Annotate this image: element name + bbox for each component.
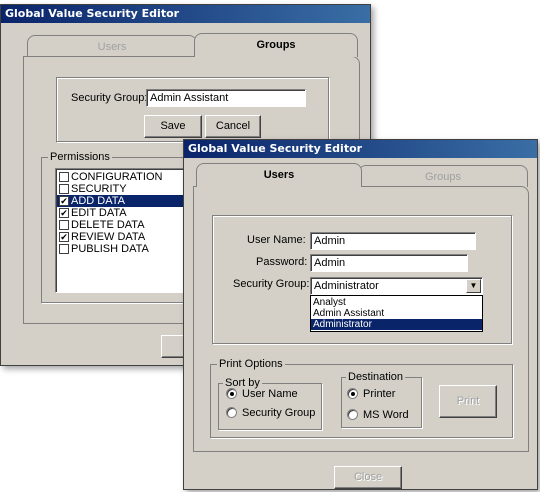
permission-item[interactable]: ✔ EDIT DATA <box>57 207 199 219</box>
back-window-titlebar[interactable]: Global Value Security Editor <box>1 5 370 23</box>
close-button[interactable]: Close <box>334 466 402 489</box>
checkbox-checked-icon[interactable]: ✔ <box>59 208 69 218</box>
dropdown-option[interactable]: Admin Assistant <box>311 308 482 319</box>
back-tab-groups[interactable]: Groups <box>194 33 358 57</box>
print-button[interactable]: Print <box>439 385 497 418</box>
permission-item[interactable]: DELETE DATA <box>57 219 199 231</box>
front-window: Global Value Security Editor Users Group… <box>183 139 538 490</box>
checkbox-icon[interactable] <box>59 184 69 194</box>
radio-icon[interactable] <box>347 409 358 420</box>
user-name-label: User Name: <box>247 234 306 246</box>
permission-item[interactable]: ✔ ADD DATA <box>57 195 199 207</box>
chevron-down-icon[interactable]: ▼ <box>466 279 481 293</box>
sort-user-name-radio[interactable]: User Name <box>226 387 298 401</box>
security-group-label: Security Group: <box>233 278 310 290</box>
back-tab-users[interactable]: Users <box>27 35 197 57</box>
back-security-group-label: Security Group: <box>71 92 148 104</box>
save-button[interactable]: Save <box>144 115 202 138</box>
back-window-title: Global Value Security Editor <box>5 7 180 20</box>
destination-ms-word-radio[interactable]: MS Word <box>347 408 409 422</box>
radio-selected-icon[interactable] <box>226 388 237 399</box>
dropdown-option[interactable]: Administrator <box>311 319 482 330</box>
permission-item[interactable]: PUBLISH DATA <box>57 243 199 255</box>
checkbox-icon[interactable] <box>59 220 69 230</box>
back-security-group-input[interactable]: Admin Assistant <box>146 89 306 107</box>
radio-selected-icon[interactable] <box>347 388 358 399</box>
tab-users[interactable]: Users <box>196 163 362 187</box>
checkbox-checked-icon[interactable]: ✔ <box>59 196 69 206</box>
radio-icon[interactable] <box>226 407 237 418</box>
password-label: Password: <box>256 256 308 268</box>
checkbox-checked-icon[interactable]: ✔ <box>59 232 69 242</box>
dropdown-option[interactable]: Analyst <box>311 297 482 308</box>
front-window-title: Global Value Security Editor <box>188 142 363 155</box>
permission-item[interactable]: CONFIGURATION <box>57 171 199 183</box>
checkbox-icon[interactable] <box>59 244 69 254</box>
security-group-select[interactable]: Administrator ▼ <box>310 277 483 295</box>
checkbox-icon[interactable] <box>59 172 69 182</box>
back-cancel-button[interactable]: Cancel <box>205 115 261 138</box>
destination-printer-radio[interactable]: Printer <box>347 387 395 401</box>
user-name-input[interactable]: Admin <box>310 232 476 250</box>
sort-security-group-radio[interactable]: Security Group <box>226 406 315 420</box>
permissions-list[interactable]: CONFIGURATION SECURITY ✔ ADD DATA ✔ EDIT… <box>55 168 201 293</box>
destination-legend: Destination <box>346 371 406 383</box>
tab-groups[interactable]: Groups <box>358 165 528 187</box>
password-input[interactable]: Admin <box>310 254 468 272</box>
permission-item[interactable]: SECURITY <box>57 183 199 195</box>
permission-item[interactable]: ✔ REVIEW DATA <box>57 231 199 243</box>
permissions-legend: Permissions <box>48 151 112 163</box>
print-options-legend: Print Options <box>217 358 285 370</box>
front-window-titlebar[interactable]: Global Value Security Editor <box>184 140 537 158</box>
security-group-dropdown[interactable]: Analyst Admin Assistant Administrator <box>310 295 483 332</box>
